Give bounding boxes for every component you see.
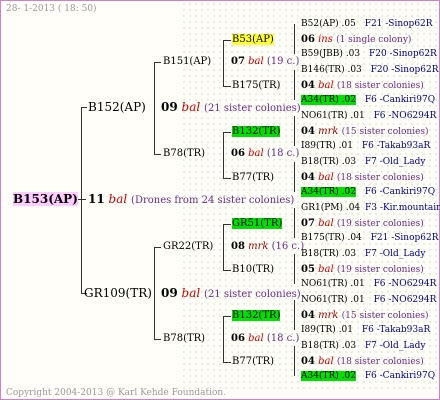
g4-entry[interactable]: I89(TR) .01 F6 -Takab93aR — [301, 324, 430, 336]
g2-mating: 07 bal (19 c.) — [231, 56, 300, 67]
g4-entry[interactable]: B18(TR) .03 F7 -Old_Lady — [301, 248, 426, 260]
g2-queen[interactable]: B151(AP) — [163, 56, 211, 68]
copyright: Copyright 2004-2013 @ Karl Kehde Foundat… — [6, 388, 227, 398]
g4-entry[interactable]: A34(TR) .02 F6 -Cankiri97Q — [301, 94, 435, 106]
g4-entry[interactable]: GR1(PM) .04 F3 -Kir.mountain06Q — [301, 202, 440, 214]
g2-queen[interactable]: B78(TR) — [163, 148, 205, 160]
g2-queen[interactable]: GR22(TR) — [163, 241, 213, 253]
g3-mating: 04 mrk (15 sister colonies) — [301, 126, 429, 137]
g3-queen[interactable]: B77(TR) — [232, 172, 274, 184]
g3-mating: 07 bal (19 sister colonies) — [301, 218, 424, 229]
g3-queen[interactable]: B132(TR) — [232, 126, 281, 138]
g2-mating: 08 mrk (16 c.) — [231, 241, 305, 252]
g3-queen[interactable]: GR51(TR) — [232, 218, 283, 230]
g3-queen[interactable]: B77(TR) — [232, 356, 274, 368]
g3-mating: 04 mrk (15 sister colonies) — [301, 310, 429, 321]
g4-entry[interactable]: B18(TR) .03 F7 -Old_Lady — [301, 156, 426, 168]
g1-mating: 09 bal (21 sister colonies) — [161, 286, 301, 300]
g4-entry[interactable]: NO61(TR) .01 F6 -NO6294R — [301, 294, 436, 306]
g1-queen[interactable]: GR109(TR) — [84, 287, 152, 299]
g4-entry[interactable]: B146(TR) .03 F20 -Sinop62R — [301, 64, 439, 76]
g2-queen[interactable]: B78(TR) — [163, 333, 205, 345]
g4-entry[interactable]: A34(TR) .02 F6 -Cankiri97Q — [301, 370, 435, 382]
g4-entry[interactable]: B175(TR) .04 F21 -Sinop62R — [301, 232, 439, 244]
g3-mating: 04 bal (18 sister colonies) — [301, 356, 424, 367]
g2-mating: 06 bal (18 c.) — [231, 333, 300, 344]
g4-entry[interactable]: NO61(TR) .01 F6 -NO6294R — [301, 110, 436, 122]
g4-entry[interactable]: I89(TR) .01 F6 -Takab93aR — [301, 140, 430, 152]
root-mating: 11 bal (Drones from 24 sister colonies) — [88, 192, 295, 206]
g4-entry[interactable]: NO61(TR) .01 F6 -NO6294R — [301, 278, 436, 290]
g2-mating: 06 bal (18 c.) — [231, 148, 300, 159]
g4-entry[interactable]: B59(JBB) .03 F20 -Sinop62R — [301, 48, 437, 60]
g3-mating: 06 ins (1 single colony) — [301, 34, 412, 45]
g4-entry[interactable]: A34(TR) .02 F6 -Cankiri97Q — [301, 186, 435, 198]
g3-mating: 04 bal (18 sister colonies) — [301, 80, 424, 91]
g3-queen[interactable]: B175(TR) — [232, 80, 280, 92]
timestamp: 28- 1-2013 ( 18: 50) — [6, 4, 97, 14]
pedigree-frame: 28- 1-2013 ( 18: 50) B153(AP) 11 bal (Dr… — [0, 0, 440, 400]
g1-mating: 09 bal (21 sister colonies) — [161, 100, 301, 114]
g3-mating: 04 bal (18 sister colonies) — [301, 172, 424, 183]
g1-queen[interactable]: B152(AP) — [88, 101, 146, 113]
g3-queen[interactable]: B132(TR) — [232, 310, 281, 322]
g3-mating: 05 bal (19 sister colonies) — [301, 264, 424, 275]
root-queen[interactable]: B153(AP) — [13, 192, 78, 206]
g3-queen[interactable]: B53(AP) — [232, 34, 274, 46]
g4-entry[interactable]: B52(AP) .05 F21 -Sinop62R — [301, 18, 433, 30]
g4-entry[interactable]: B18(TR) .03 F7 -Old_Lady — [301, 340, 426, 352]
g3-queen[interactable]: B10(TR) — [232, 264, 274, 276]
